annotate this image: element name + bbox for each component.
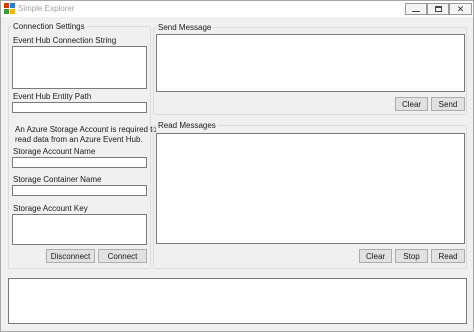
connection-string-input[interactable] [12,46,147,89]
connection-settings-title: Connection Settings [11,22,87,32]
close-icon: ✕ [456,3,465,14]
title-bar[interactable]: Simple Explorer ✕ [1,1,473,17]
minimize-icon [412,10,420,12]
read-messages-title: Read Messages [156,121,218,131]
account-key-label: Storage Account Key [13,204,88,213]
account-name-label: Storage Account Name [13,147,96,156]
maximize-button[interactable] [427,3,449,15]
entity-path-label: Event Hub Entity Path [13,92,92,101]
disconnect-button[interactable]: Disconnect [46,249,95,263]
read-button[interactable]: Read [431,249,465,263]
send-clear-button[interactable]: Clear [395,97,428,111]
storage-info-line2: read data from an Azure Event Hub. [15,135,143,144]
maximize-icon [434,6,442,12]
container-name-label: Storage Container Name [13,175,102,184]
window-title: Simple Explorer [18,4,75,13]
account-name-input[interactable] [12,157,147,168]
connection-string-label: Event Hub Connection String [13,36,117,45]
storage-info-line1: An Azure Storage Account is required to [15,125,157,134]
send-button[interactable]: Send [431,97,465,111]
read-messages-output[interactable] [156,133,465,244]
stop-button[interactable]: Stop [395,249,428,263]
container-name-input[interactable] [12,185,147,196]
send-message-title: Send Message [156,23,214,33]
main-window: Simple Explorer ✕ Connection Settings Ev… [0,0,474,332]
close-button[interactable]: ✕ [449,3,472,15]
account-key-input[interactable] [12,214,147,245]
read-clear-button[interactable]: Clear [359,249,392,263]
log-output[interactable] [8,278,467,324]
send-message-input[interactable] [156,34,465,92]
entity-path-input[interactable] [12,102,147,113]
connect-button[interactable]: Connect [98,249,147,263]
minimize-button[interactable] [405,3,427,15]
app-icon [4,3,15,14]
